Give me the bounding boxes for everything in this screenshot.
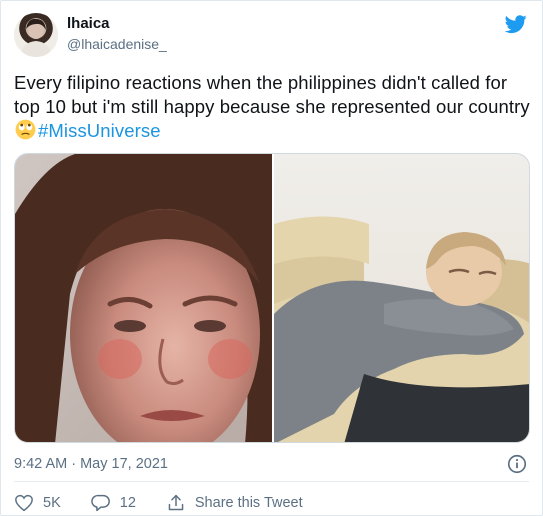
hashtag-link[interactable]: #MissUniverse bbox=[38, 120, 161, 141]
avatar[interactable] bbox=[14, 13, 58, 57]
like-count: 5K bbox=[43, 495, 61, 511]
media-image-right[interactable] bbox=[274, 154, 529, 442]
like-button[interactable]: 5K bbox=[14, 494, 61, 512]
media-grid[interactable] bbox=[14, 153, 530, 443]
heart-icon bbox=[15, 494, 33, 512]
tweet-body: Every filipino reactions when the philip… bbox=[14, 72, 530, 117]
tweet-timestamp[interactable]: 9:42 AM · May 17, 2021 bbox=[14, 456, 168, 472]
crying-girl-photo-icon bbox=[15, 154, 272, 442]
reply-bubble-icon bbox=[91, 494, 110, 512]
twitter-bird-icon[interactable] bbox=[504, 13, 528, 35]
media-image-left[interactable] bbox=[15, 154, 272, 442]
person-lying-on-couch-photo-icon bbox=[274, 154, 529, 442]
info-icon[interactable] bbox=[506, 453, 528, 475]
face-with-rolling-eyes-icon bbox=[15, 119, 36, 140]
user-handle[interactable]: @lhaicadenise_ bbox=[67, 36, 167, 52]
reply-count: 12 bbox=[119, 495, 136, 511]
share-icon bbox=[168, 494, 184, 511]
display-name[interactable]: lhaica bbox=[67, 15, 110, 32]
share-label: Share this Tweet bbox=[194, 495, 303, 511]
share-button[interactable]: Share this Tweet bbox=[166, 494, 303, 512]
divider bbox=[14, 481, 529, 482]
tweet-text: Every filipino reactions when the philip… bbox=[14, 71, 534, 143]
action-bar: 5K 12 Share this Tweet bbox=[14, 492, 333, 514]
tweet-card[interactable]: lhaica @lhaicadenise_ Every filipino rea… bbox=[0, 0, 543, 516]
reply-button[interactable]: 12 bbox=[91, 494, 136, 512]
